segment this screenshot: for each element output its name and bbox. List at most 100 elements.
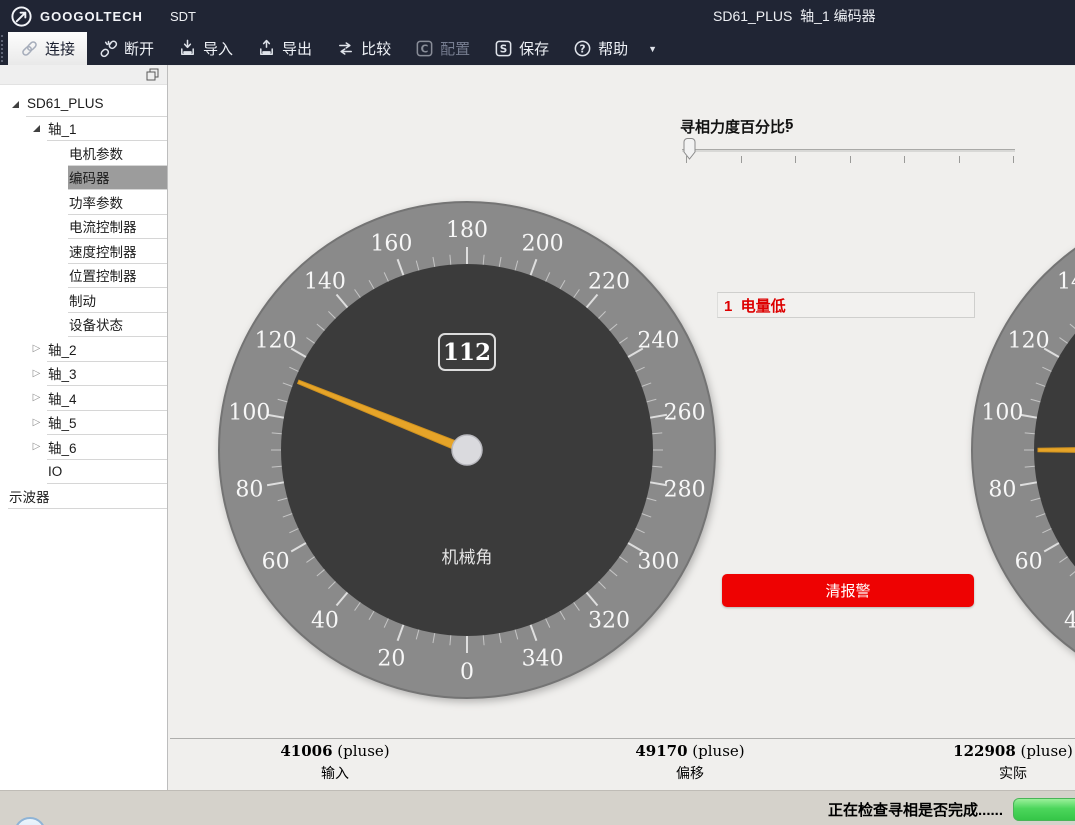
tree-item-SD61_PLUS[interactable]: SD61_PLUS bbox=[0, 92, 167, 117]
tree-indent bbox=[0, 166, 50, 191]
sidebar-panel: SD61_PLUS轴_1电机参数编码器功率参数电流控制器速度控制器位置控制器制动… bbox=[0, 65, 168, 790]
tree-item-label: 轴_3 bbox=[47, 362, 167, 387]
tree-item-轴_1[interactable]: 轴_1 bbox=[0, 117, 167, 142]
toolbar-button-import[interactable]: 导入 bbox=[166, 32, 245, 65]
svg-text:120: 120 bbox=[1008, 329, 1050, 354]
tree-item-轴_5[interactable]: ▷轴_5 bbox=[0, 411, 167, 436]
tree-item-label: 轴_6 bbox=[47, 435, 167, 460]
tree-item-轴_2[interactable]: ▷轴_2 bbox=[0, 337, 167, 362]
svg-text:?: ? bbox=[580, 43, 586, 55]
svg-text:80: 80 bbox=[988, 477, 1016, 502]
toolbar-button-label: 断开 bbox=[124, 38, 154, 59]
toolbar-drag-handle[interactable] bbox=[1, 35, 6, 62]
toolbar: 连接 断开 导入导出 比较 C配置S保存? 帮助 ▼ bbox=[0, 32, 1075, 65]
svg-text:220: 220 bbox=[588, 270, 630, 295]
svg-text:160: 160 bbox=[370, 231, 412, 256]
svg-text:60: 60 bbox=[1015, 550, 1043, 575]
help-icon: ? bbox=[573, 39, 592, 58]
toolbar-button-label: 导入 bbox=[203, 38, 233, 59]
tree-expander-collapsed-icon[interactable]: ▷ bbox=[29, 411, 44, 436]
slider-tick bbox=[795, 156, 796, 163]
toolbar-button-compare[interactable]: 比较 bbox=[324, 32, 403, 65]
svg-text:40: 40 bbox=[1064, 608, 1075, 633]
corner-button-icon[interactable] bbox=[14, 817, 46, 825]
sidebar-panel-header bbox=[0, 65, 167, 85]
toolbar-button-config[interactable]: C配置 bbox=[403, 32, 482, 65]
tree-expander-expanded-icon[interactable] bbox=[29, 117, 44, 142]
float-window-icon[interactable] bbox=[146, 68, 159, 81]
toolbar-button-help[interactable]: ? 帮助 bbox=[561, 32, 640, 65]
tree-item-label: 制动 bbox=[68, 288, 167, 313]
readout-separator bbox=[170, 738, 1075, 739]
mechanical-angle-gauge: 0204060801001201401601802002202402602803… bbox=[207, 190, 727, 710]
statusbar: 正在检查寻相是否完成...... bbox=[0, 790, 1075, 825]
tree-indent bbox=[0, 190, 50, 215]
tree-expander-collapsed-icon[interactable]: ▷ bbox=[29, 362, 44, 387]
tree-expander-spacer bbox=[50, 166, 65, 191]
tree-indent bbox=[0, 141, 50, 166]
readout-实际: 122908 (pluse) 实际 bbox=[953, 742, 1073, 783]
tree-item-label: 轴_4 bbox=[47, 386, 167, 411]
import-icon bbox=[178, 39, 197, 58]
slider-tick bbox=[959, 156, 960, 163]
phase-strength-label: 寻相力度百分比: bbox=[680, 116, 790, 137]
svg-text:112: 112 bbox=[443, 339, 491, 366]
tree-indent bbox=[0, 117, 29, 142]
googoltech-logo-icon bbox=[10, 5, 33, 28]
alarm-list[interactable]: 1 电量低 bbox=[717, 292, 975, 318]
toolbar-button-label: 帮助 bbox=[598, 38, 628, 59]
tree-indent bbox=[0, 239, 50, 264]
tree-indent bbox=[0, 411, 29, 436]
tree-item-位置控制器[interactable]: 位置控制器 bbox=[0, 264, 167, 289]
tree-item-轴_3[interactable]: ▷轴_3 bbox=[0, 362, 167, 387]
tree-item-制动[interactable]: 制动 bbox=[0, 288, 167, 313]
tree-item-速度控制器[interactable]: 速度控制器 bbox=[0, 239, 167, 264]
tree-indent bbox=[0, 337, 29, 362]
tree-item-label: 轴_2 bbox=[47, 337, 167, 362]
mechanical-angle-gauge-secondary: 0204060801001201401601802002202402602803… bbox=[960, 190, 1075, 710]
readout-value: 122908 (pluse) bbox=[953, 742, 1073, 760]
toolbar-button-label: 比较 bbox=[361, 38, 391, 59]
tree-item-label: 轴_5 bbox=[47, 411, 167, 436]
toolbar-overflow-button[interactable]: ▼ bbox=[640, 32, 665, 65]
tree-expander-spacer bbox=[50, 313, 65, 338]
tree-expander-collapsed-icon[interactable]: ▷ bbox=[29, 386, 44, 411]
tree-expander-spacer bbox=[50, 190, 65, 215]
tree-item-轴_4[interactable]: ▷轴_4 bbox=[0, 386, 167, 411]
tree-item-轴_6[interactable]: ▷轴_6 bbox=[0, 435, 167, 460]
alarm-item-low-battery[interactable]: 1 电量低 bbox=[718, 295, 786, 316]
svg-text:180: 180 bbox=[446, 218, 488, 243]
tree-item-示波器[interactable]: 示波器 bbox=[0, 484, 167, 509]
toolbar-button-export[interactable]: 导出 bbox=[245, 32, 324, 65]
tree-expander-collapsed-icon[interactable]: ▷ bbox=[29, 435, 44, 460]
svg-text:300: 300 bbox=[637, 550, 679, 575]
svg-text:260: 260 bbox=[664, 401, 706, 426]
svg-text:40: 40 bbox=[311, 608, 339, 633]
tree-expander-collapsed-icon[interactable]: ▷ bbox=[29, 337, 44, 362]
link-icon bbox=[20, 39, 39, 58]
clear-alarm-button[interactable]: 清报警 bbox=[722, 574, 974, 607]
tree-item-IO[interactable]: IO bbox=[0, 460, 167, 485]
save-icon: S bbox=[494, 39, 513, 58]
readout-value: 49170 (pluse) bbox=[635, 742, 744, 760]
toolbar-button-broken-link[interactable]: 断开 bbox=[87, 32, 166, 65]
tree-expander-spacer bbox=[50, 141, 65, 166]
svg-text:0: 0 bbox=[460, 660, 474, 685]
phase-strength-slider-track[interactable] bbox=[682, 149, 1015, 152]
svg-text:C: C bbox=[421, 44, 429, 56]
tree-item-功率参数[interactable]: 功率参数 bbox=[0, 190, 167, 215]
toolbar-button-link[interactable]: 连接 bbox=[8, 32, 87, 65]
tree-indent bbox=[0, 460, 29, 485]
tree-item-电机参数[interactable]: 电机参数 bbox=[0, 141, 167, 166]
brand: GOOGOLTECH bbox=[10, 5, 143, 28]
readout-label: 实际 bbox=[953, 763, 1073, 783]
toolbar-button-save[interactable]: S保存 bbox=[482, 32, 561, 65]
tree-item-设备状态[interactable]: 设备状态 bbox=[0, 313, 167, 338]
tree-indent bbox=[0, 215, 50, 240]
tree-item-编码器[interactable]: 编码器 bbox=[0, 166, 167, 191]
tree-indent bbox=[0, 435, 29, 460]
brand-name: GOOGOLTECH bbox=[40, 9, 143, 24]
tree-expander-expanded-icon[interactable] bbox=[8, 92, 23, 117]
title-context: SD61_PLUS 轴_1 编码器 bbox=[713, 6, 876, 26]
tree-item-电流控制器[interactable]: 电流控制器 bbox=[0, 215, 167, 240]
